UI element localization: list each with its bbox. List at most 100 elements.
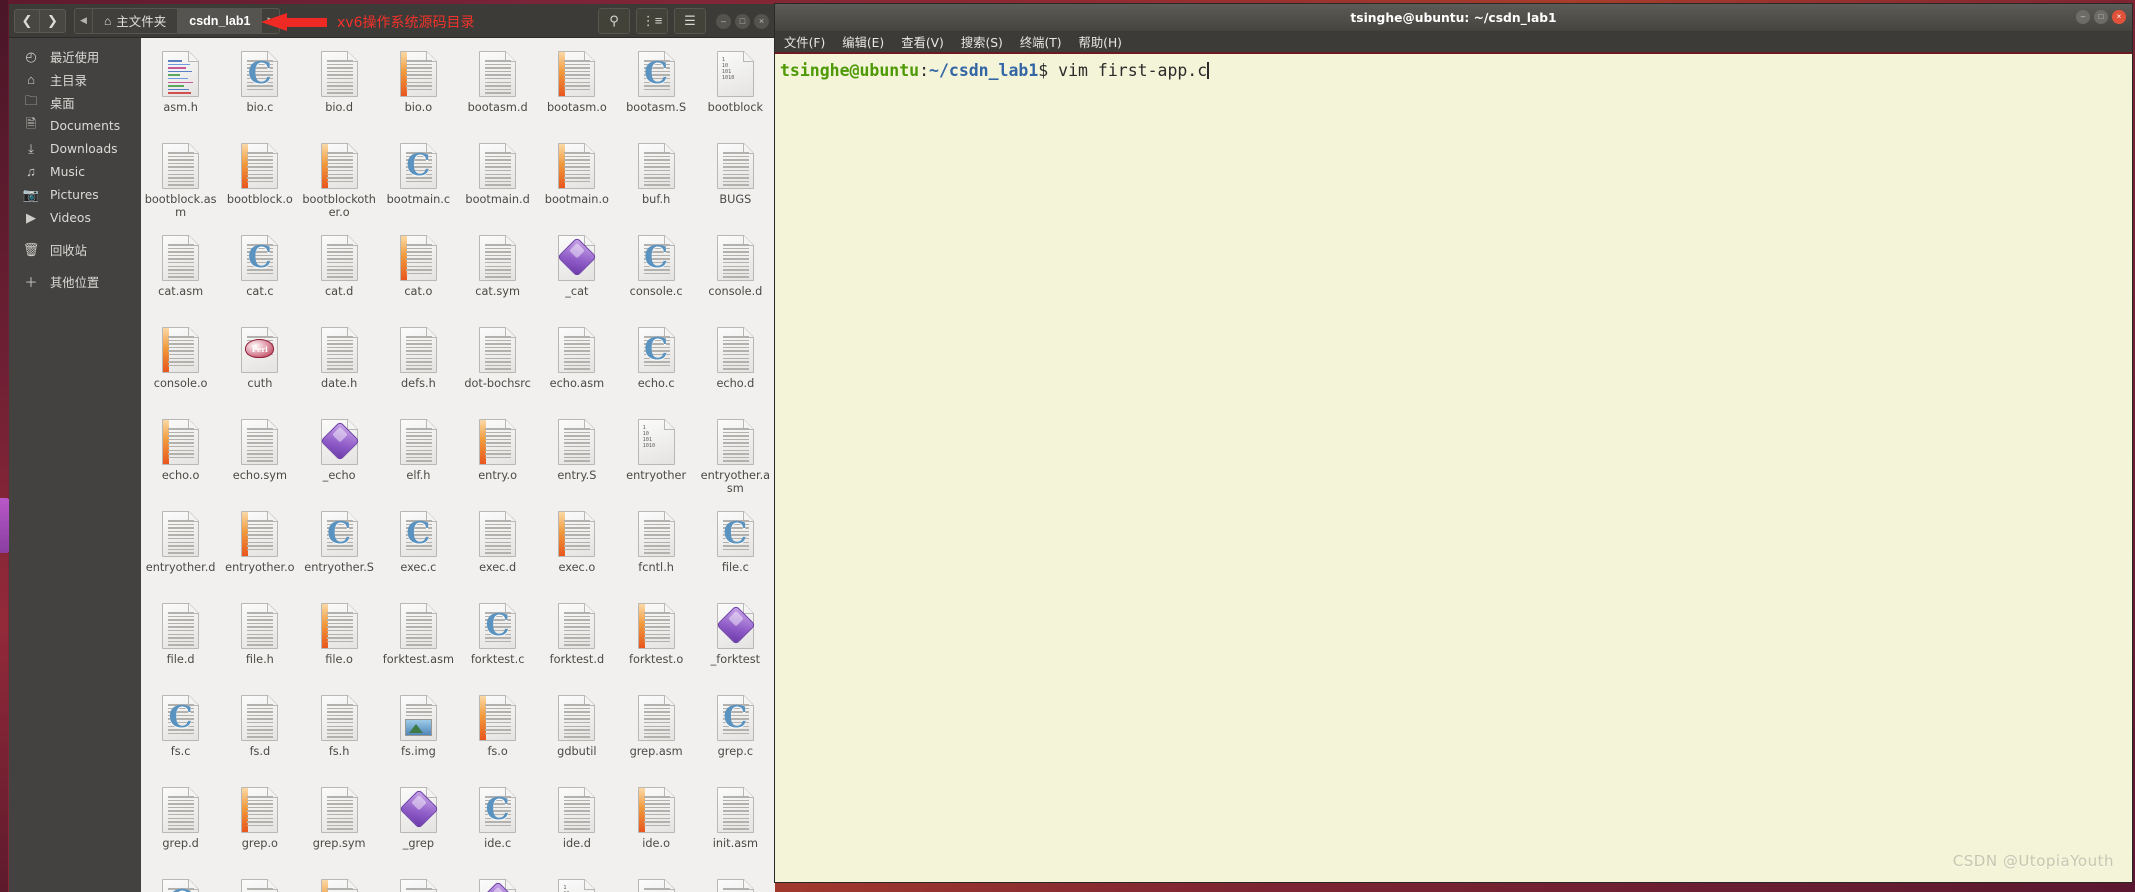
terminal-menu-5[interactable]: 帮助(H)	[1079, 33, 1122, 51]
file-item[interactable]: 1 10 101 1010 bootblock	[696, 44, 775, 134]
file-item[interactable]: fs.d	[220, 688, 299, 778]
sidebar-item-最近使用[interactable]: ◴ 最近使用	[9, 45, 141, 68]
file-item[interactable]: forktest.asm	[379, 596, 458, 686]
file-item[interactable]: bootblock.asm	[141, 136, 220, 226]
file-item[interactable]: Cbootasm.S	[617, 44, 696, 134]
sidebar-item-Documents[interactable]: 🗎 Documents	[9, 114, 141, 137]
file-browser-area[interactable]: asm.h Cbio.c bio.d bio.o bootasm.d bootasm.o C…	[141, 38, 775, 892]
file-item[interactable]: exec.o	[537, 504, 616, 594]
file-item[interactable]: _grep	[379, 780, 458, 870]
terminal-menu-0[interactable]: 文件(F)	[784, 33, 825, 51]
close-button[interactable]: ×	[754, 13, 769, 29]
file-item[interactable]: Cbootmain.c	[379, 136, 458, 226]
sidebar-item-桌面[interactable]: 🗀 桌面	[9, 91, 141, 114]
file-item[interactable]: fs.o	[458, 688, 537, 778]
file-item[interactable]: init.d	[220, 872, 299, 892]
sidebar-item-Pictures[interactable]: 📷 Pictures	[9, 183, 141, 206]
terminal-menu-2[interactable]: 查看(V)	[901, 33, 944, 51]
file-item[interactable]: Ccat.c	[220, 228, 299, 318]
breadcrumb-prev-icon[interactable]: ◀	[75, 8, 92, 33]
file-item[interactable]: cat.asm	[141, 228, 220, 318]
minimize-button[interactable]: –	[716, 13, 731, 29]
file-item[interactable]: _forktest	[696, 596, 775, 686]
terminal-maximize-button[interactable]: □	[2094, 10, 2108, 24]
terminal-menu-3[interactable]: 搜索(S)	[961, 33, 1003, 51]
file-item[interactable]: grep.asm	[617, 688, 696, 778]
file-item[interactable]: defs.h	[379, 320, 458, 410]
hamburger-menu-icon[interactable]: ☰	[675, 9, 705, 33]
file-item[interactable]: fs.h	[300, 688, 379, 778]
file-item[interactable]: _echo	[300, 412, 379, 502]
file-item[interactable]: Cfile.c	[696, 504, 775, 594]
file-item[interactable]: dot-bochsrc	[458, 320, 537, 410]
file-item[interactable]: bootasm.o	[537, 44, 616, 134]
file-item[interactable]: asm.h	[141, 44, 220, 134]
file-item[interactable]: 1 10 101 1010 entryother	[617, 412, 696, 502]
sidebar-item-主目录[interactable]: ⌂ 主目录	[9, 68, 141, 91]
file-item[interactable]: echo.d	[696, 320, 775, 410]
sidebar-item-其他位置[interactable]: ＋ 其他位置	[9, 270, 141, 293]
file-item[interactable]: fcntl.h	[617, 504, 696, 594]
file-item[interactable]: date.h	[300, 320, 379, 410]
file-item[interactable]: exec.d	[458, 504, 537, 594]
file-item[interactable]: Cfs.c	[141, 688, 220, 778]
file-item[interactable]: Cforktest.c	[458, 596, 537, 686]
file-item[interactable]: bio.d	[300, 44, 379, 134]
sidebar-item-Videos[interactable]: ▶ Videos	[9, 206, 141, 229]
file-item[interactable]: init.asm	[696, 780, 775, 870]
file-item[interactable]: ide.d	[537, 780, 616, 870]
file-item[interactable]: _cat	[537, 228, 616, 318]
terminal-screen[interactable]: tsinghe@ubuntu:~/csdn_lab1$ vim first-ap…	[775, 54, 2132, 882]
file-item[interactable]: grep.sym	[300, 780, 379, 870]
file-item[interactable]: BUGS	[696, 136, 775, 226]
terminal-menu-4[interactable]: 终端(T)	[1020, 33, 1062, 51]
file-item[interactable]: Cconsole.c	[617, 228, 696, 318]
file-item[interactable]: fs.img	[379, 688, 458, 778]
file-item[interactable]: file.d	[141, 596, 220, 686]
file-item[interactable]: entryother.o	[220, 504, 299, 594]
file-item[interactable]: file.o	[300, 596, 379, 686]
view-options-icon[interactable]: ⋮≡	[637, 9, 667, 33]
sidebar-item-Music[interactable]: ♫ Music	[9, 160, 141, 183]
file-item[interactable]: cat.d	[300, 228, 379, 318]
breadcrumb-item-home[interactable]: ⌂ 主文件夹	[92, 8, 179, 33]
file-item[interactable]: Perl cuth	[220, 320, 299, 410]
file-item[interactable]: forktest.o	[617, 596, 696, 686]
file-item[interactable]: bootblockother.o	[300, 136, 379, 226]
file-item[interactable]: initcode.d	[696, 872, 775, 892]
file-item[interactable]: Cbio.c	[220, 44, 299, 134]
file-item[interactable]: entryother.asm	[696, 412, 775, 502]
file-item[interactable]: console.d	[696, 228, 775, 318]
maximize-button[interactable]: □	[735, 13, 750, 29]
file-item[interactable]: ide.o	[617, 780, 696, 870]
file-item[interactable]: gdbutil	[537, 688, 616, 778]
file-item[interactable]: 1101011010initcode	[537, 872, 616, 892]
file-item[interactable]: grep.o	[220, 780, 299, 870]
file-item[interactable]: forktest.d	[537, 596, 616, 686]
file-item[interactable]: Centryother.S	[300, 504, 379, 594]
file-item[interactable]: console.o	[141, 320, 220, 410]
file-item[interactable]: echo.o	[141, 412, 220, 502]
forward-icon[interactable]: ❯	[40, 9, 65, 32]
file-item[interactable]: Cide.c	[458, 780, 537, 870]
terminal-menu-1[interactable]: 编辑(E)	[842, 33, 884, 51]
file-item[interactable]: entry.S	[537, 412, 616, 502]
file-item[interactable]: bio.o	[379, 44, 458, 134]
sidebar-item-Downloads[interactable]: ⤓ Downloads	[9, 137, 141, 160]
file-item[interactable]: init.sym	[379, 872, 458, 892]
file-item[interactable]: buf.h	[617, 136, 696, 226]
file-item[interactable]: entryother.d	[141, 504, 220, 594]
breadcrumb-item-current[interactable]: csdn_lab1	[178, 8, 263, 33]
file-item[interactable]: init.o	[300, 872, 379, 892]
file-item[interactable]: Cinit.c	[141, 872, 220, 892]
sidebar-item-回收站[interactable]: 🗑 回收站	[9, 238, 141, 261]
file-item[interactable]: bootmain.d	[458, 136, 537, 226]
file-item[interactable]: grep.d	[141, 780, 220, 870]
file-item[interactable]: bootmain.o	[537, 136, 616, 226]
file-item[interactable]: Cecho.c	[617, 320, 696, 410]
file-item[interactable]: initcode.asm	[617, 872, 696, 892]
search-icon[interactable]: ⚲	[599, 9, 629, 33]
terminal-close-button[interactable]: ×	[2112, 10, 2126, 24]
file-item[interactable]: bootasm.d	[458, 44, 537, 134]
file-item[interactable]: entry.o	[458, 412, 537, 502]
